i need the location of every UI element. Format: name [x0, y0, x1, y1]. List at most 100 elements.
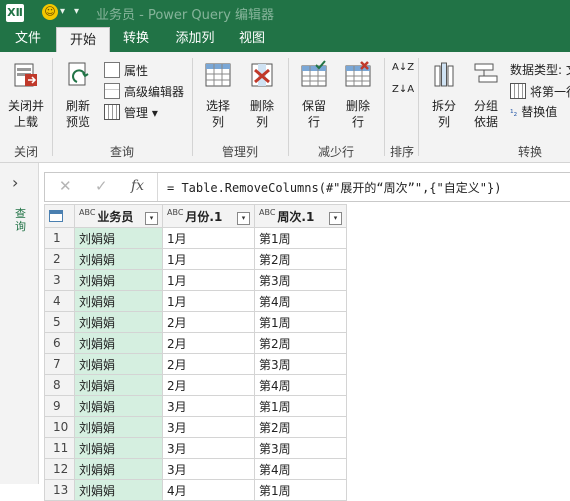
table-cell[interactable]: 刘娟娟	[74, 248, 163, 270]
row-number[interactable]: 2	[44, 248, 75, 270]
table-cell[interactable]: 刘娟娟	[74, 269, 163, 291]
table-cell[interactable]: 第1周	[254, 311, 347, 333]
table-row[interactable]: 1 刘娟娟 1月 第1周	[44, 227, 347, 249]
row-number[interactable]: 6	[44, 332, 75, 354]
table-cell[interactable]: 刘娟娟	[74, 416, 163, 438]
table-row[interactable]: 2 刘娟娟 1月 第2周	[44, 248, 347, 270]
table-cell[interactable]: 刘娟娟	[74, 437, 163, 459]
tab-add-column[interactable]: 添加列	[164, 26, 226, 52]
table-cell[interactable]: 3月	[162, 395, 255, 417]
table-cell[interactable]: 1月	[162, 290, 255, 312]
sort-ascending-button[interactable]: A↓Z	[392, 60, 414, 76]
table-cell[interactable]: 第2周	[254, 416, 347, 438]
table-cell[interactable]: 2月	[162, 332, 255, 354]
table-cell[interactable]: 第2周	[254, 248, 347, 270]
table-cell[interactable]: 第4周	[254, 290, 347, 312]
table-row[interactable]: 10 刘娟娟 3月 第2周	[44, 416, 347, 438]
row-number[interactable]: 11	[44, 437, 75, 459]
table-cell[interactable]: 3月	[162, 416, 255, 438]
commit-icon[interactable]: ✓	[95, 177, 108, 195]
table-row[interactable]: 9 刘娟娟 3月 第1周	[44, 395, 347, 417]
table-cell[interactable]: 2月	[162, 374, 255, 396]
row-number[interactable]: 1	[44, 227, 75, 249]
table-cell[interactable]: 第3周	[254, 353, 347, 375]
table-cell[interactable]: 第3周	[254, 437, 347, 459]
table-cell[interactable]: 2月	[162, 353, 255, 375]
column-header[interactable]: ABC 周次.1 ▾	[254, 204, 347, 228]
row-number[interactable]: 3	[44, 269, 75, 291]
row-number[interactable]: 9	[44, 395, 75, 417]
table-cell[interactable]: 第2周	[254, 332, 347, 354]
table-cell[interactable]: 刘娟娟	[74, 479, 163, 501]
table-cell[interactable]: 刘娟娟	[74, 290, 163, 312]
tab-home[interactable]: 开始	[56, 27, 110, 53]
row-number[interactable]: 4	[44, 290, 75, 312]
sort-descending-button[interactable]: Z↓A	[392, 82, 414, 98]
group-by-button[interactable]: 分组 依据	[466, 60, 506, 130]
row-number[interactable]: 13	[44, 479, 75, 501]
use-first-row-button[interactable]: 将第一行	[510, 83, 570, 100]
expand-chevron-icon[interactable]: ›	[12, 173, 18, 192]
table-cell[interactable]: 3月	[162, 437, 255, 459]
table-row[interactable]: 4 刘娟娟 1月 第4周	[44, 290, 347, 312]
table-row[interactable]: 8 刘娟娟 2月 第4周	[44, 374, 347, 396]
tab-transform[interactable]: 转换	[110, 26, 162, 52]
filter-dropdown-icon[interactable]: ▾	[329, 211, 342, 225]
column-header[interactable]: ABC 业务员 ▾	[74, 204, 163, 228]
remove-columns-button[interactable]: 删除 列	[242, 60, 282, 130]
remove-rows-button[interactable]: 删除 行	[338, 60, 378, 130]
formula-input[interactable]: = Table.RemoveColumns(#"展开的“周次”",{"自定义"}…	[167, 179, 501, 196]
row-number[interactable]: 7	[44, 353, 75, 375]
tab-file[interactable]: 文件	[0, 26, 56, 52]
table-cell[interactable]: 第1周	[254, 227, 347, 249]
refresh-preview-button[interactable]: 刷新 预览	[58, 60, 98, 130]
manage-button[interactable]: 管理 ▾	[104, 104, 158, 121]
table-cell[interactable]: 2月	[162, 311, 255, 333]
table-cell[interactable]: 刘娟娟	[74, 311, 163, 333]
row-number[interactable]: 12	[44, 458, 75, 480]
table-cell[interactable]: 第3周	[254, 269, 347, 291]
table-menu-button[interactable]	[44, 204, 75, 228]
fx-icon[interactable]: fx	[131, 178, 144, 194]
table-cell[interactable]: 第4周	[254, 458, 347, 480]
properties-button[interactable]: 属性	[104, 62, 148, 79]
advanced-editor-button[interactable]: 高级编辑器	[104, 83, 184, 100]
filter-dropdown-icon[interactable]: ▾	[237, 211, 250, 225]
column-header[interactable]: ABC 月份.1 ▾	[162, 204, 255, 228]
table-cell[interactable]: 第4周	[254, 374, 347, 396]
table-row[interactable]: 11 刘娟娟 3月 第3周	[44, 437, 347, 459]
split-column-button[interactable]: 拆分 列	[424, 60, 464, 130]
table-cell[interactable]: 1月	[162, 248, 255, 270]
queries-pane-label[interactable]: 查询	[15, 207, 29, 233]
table-cell[interactable]: 刘娟娟	[74, 395, 163, 417]
table-cell[interactable]: 刘娟娟	[74, 332, 163, 354]
table-cell[interactable]: 刘娟娟	[74, 227, 163, 249]
keep-rows-button[interactable]: 保留 行	[294, 60, 334, 130]
cancel-icon[interactable]: ✕	[59, 177, 72, 195]
close-load-button[interactable]: 关闭并 上载	[4, 60, 48, 130]
table-cell[interactable]: 3月	[162, 458, 255, 480]
table-row[interactable]: 6 刘娟娟 2月 第2周	[44, 332, 347, 354]
replace-values-button[interactable]: ¹₂ 替换值	[510, 104, 557, 122]
row-number[interactable]: 8	[44, 374, 75, 396]
choose-columns-button[interactable]: 选择 列	[198, 60, 238, 130]
table-cell[interactable]: 1月	[162, 269, 255, 291]
smiley-icon[interactable]: ☺	[42, 4, 58, 20]
table-cell[interactable]: 刘娟娟	[74, 458, 163, 480]
tab-view[interactable]: 视图	[226, 26, 278, 52]
table-row[interactable]: 7 刘娟娟 2月 第3周	[44, 353, 347, 375]
table-cell[interactable]: 刘娟娟	[74, 374, 163, 396]
table-row[interactable]: 5 刘娟娟 2月 第1周	[44, 311, 347, 333]
filter-dropdown-icon[interactable]: ▾	[145, 211, 158, 225]
table-row[interactable]: 12 刘娟娟 3月 第4周	[44, 458, 347, 480]
chevron-down-icon[interactable]: ▾	[60, 6, 65, 17]
table-cell[interactable]: 刘娟娟	[74, 353, 163, 375]
row-number[interactable]: 5	[44, 311, 75, 333]
table-cell[interactable]: 第1周	[254, 479, 347, 501]
table-cell[interactable]: 4月	[162, 479, 255, 501]
row-number[interactable]: 10	[44, 416, 75, 438]
table-row[interactable]: 13 刘娟娟 4月 第1周	[44, 479, 347, 501]
table-cell[interactable]: 第1周	[254, 395, 347, 417]
table-cell[interactable]: 1月	[162, 227, 255, 249]
quick-access-menu-icon[interactable]: ▾	[74, 6, 79, 17]
